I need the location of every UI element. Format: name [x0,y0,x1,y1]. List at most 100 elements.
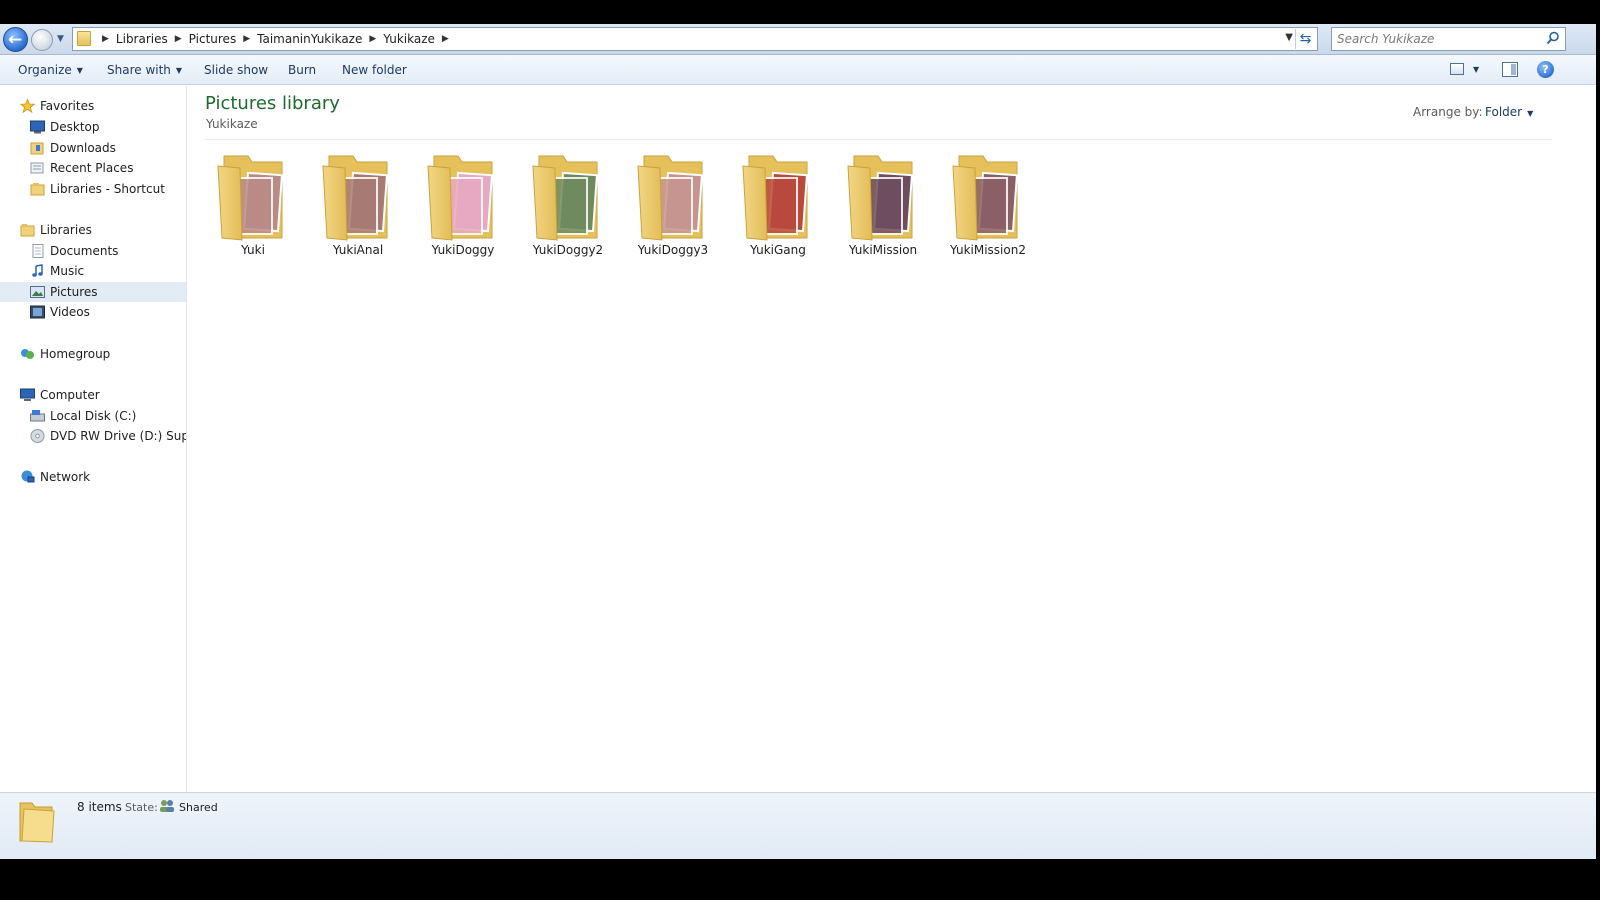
folder-item[interactable]: YukiDoggy2 [518,148,618,260]
crumb-libraries[interactable]: Libraries [116,32,168,46]
slide-show-button[interactable]: Slide show [204,55,268,85]
view-options-dropdown[interactable]: ▼ [1473,55,1479,85]
hard-disk-icon [30,410,45,422]
nav-favorites[interactable]: Favorites [0,96,186,116]
crumb-pictures[interactable]: Pictures [189,32,237,46]
nav-downloads-label: Downloads [50,141,116,155]
network-icon [21,470,35,483]
nav-computer[interactable]: Computer [0,385,186,405]
picture-folder-icon [532,155,598,241]
nav-desktop[interactable]: Desktop [0,117,186,137]
nav-libraries-shortcut-label: Libraries - Shortcut [50,182,165,196]
nav-music-label: Music [50,264,85,278]
folder-icon [77,31,91,46]
arrange-by-label: Arrange by: [1413,105,1483,119]
nav-recent-places[interactable]: Recent Places [0,158,186,178]
folder-item[interactable]: YukiMission [833,148,933,260]
downloads-folder-icon [30,142,44,155]
folder-name: YukiDoggy2 [532,243,604,257]
nav-videos[interactable]: Videos [0,302,186,322]
nav-pictures-label: Pictures [50,285,98,299]
folder-name: YukiDoggy3 [637,243,709,257]
chevron-right-icon[interactable]: ▶ [175,34,182,44]
folder-item[interactable]: YukiDoggy3 [623,148,723,260]
address-bar[interactable]: ▶ Libraries ▶ Pictures ▶ TaimaninYukikaz… [72,27,1318,51]
new-folder-button[interactable]: New folder [342,55,407,85]
nav-local-disk[interactable]: Local Disk (C:) [0,406,186,426]
picture-folder-icon [952,155,1018,241]
chevron-down-icon: ▼ [1527,109,1534,118]
folder-icon [19,802,55,843]
picture-folder-icon [217,155,283,241]
folder-item[interactable]: YukiAnal [308,148,408,260]
content-pane: Pictures library Yukikaze Arrange by: Fo… [188,86,1596,792]
chevron-right-icon[interactable]: ▶ [102,34,109,44]
nav-documents-label: Documents [50,244,119,258]
search-box[interactable] [1331,27,1566,51]
crumb-yukikaze[interactable]: Yukikaze [383,32,435,46]
item-count: 8 items [77,800,122,814]
chevron-down-icon: ▼ [76,66,83,75]
picture-folder-icon [847,155,913,241]
chevron-right-icon[interactable]: ▶ [369,34,376,44]
star-icon [20,99,35,113]
arrange-by-dropdown[interactable]: Folder ▼ [1485,105,1533,119]
change-view-icon[interactable] [1450,63,1464,75]
address-history-dropdown[interactable]: ▼ [1285,32,1293,43]
nav-dvd-drive-label: DVD RW Drive (D:) SuperM [50,429,186,443]
nav-music[interactable]: Music [0,261,186,281]
folder-name: YukiMission2 [950,243,1026,257]
crumb-taimaninyukikaze[interactable]: TaimaninYukikaze [257,32,362,46]
nav-dvd-drive[interactable]: DVD RW Drive (D:) SuperM [0,426,186,446]
nav-local-disk-label: Local Disk (C:) [50,409,137,423]
nav-downloads[interactable]: Downloads [0,138,186,158]
nav-computer-label: Computer [40,388,100,402]
homegroup-icon [21,349,34,359]
share-with-button[interactable]: Share with ▼ [107,55,182,85]
chevron-right-icon[interactable]: ▶ [442,34,449,44]
recent-pages-dropdown[interactable]: ▼ [57,34,67,44]
nav-pictures[interactable]: Pictures [0,282,186,302]
forward-arrow-icon: → [36,32,48,48]
nav-network-label: Network [40,470,91,484]
refresh-icon: ⇆ [1299,31,1312,47]
nav-libraries-label: Libraries [40,223,92,237]
refresh-button[interactable]: ⇆ [1295,29,1315,49]
computer-icon [20,388,35,401]
back-arrow-icon: ← [8,30,23,50]
navigation-pane: Favorites Desktop Downloads Recent Place… [0,86,187,792]
folder-name: YukiAnal [332,243,384,257]
nav-network[interactable]: Network [0,467,186,487]
recent-places-icon [30,162,44,174]
nav-homegroup-label: Homegroup [40,347,111,361]
search-input[interactable] [1337,30,1537,48]
nav-libraries[interactable]: Libraries [0,220,186,240]
header-divider [204,139,1552,140]
picture-folder-icon [322,155,388,241]
folder-name: YukiMission [848,243,918,257]
picture-folder-icon [637,155,703,241]
help-icon[interactable]: ? [1537,61,1554,78]
library-subtitle: Yukikaze [206,117,258,131]
documents-icon [32,244,44,258]
folder-item[interactable]: YukiGang [728,148,828,260]
burn-button[interactable]: Burn [288,55,316,85]
state-value: Shared [179,801,218,814]
nav-documents[interactable]: Documents [0,241,186,261]
folder-item[interactable]: YukiDoggy [413,148,513,260]
chevron-right-icon[interactable]: ▶ [243,34,250,44]
nav-homegroup[interactable]: Homegroup [0,344,186,364]
folder-item[interactable]: YukiMission2 [938,148,1038,260]
nav-videos-label: Videos [50,305,90,319]
back-button[interactable]: ← [3,27,28,52]
picture-folder-icon [427,155,493,241]
nav-favorites-label: Favorites [40,99,95,113]
forward-button[interactable]: → [31,29,53,51]
folder-item[interactable]: Yuki [203,148,303,260]
search-icon[interactable] [1546,31,1560,45]
preview-pane-icon[interactable] [1502,62,1518,77]
chevron-down-icon: ▼ [175,66,183,75]
libraries-icon [20,224,35,237]
organize-button[interactable]: Organize ▼ [18,55,83,85]
nav-libraries-shortcut[interactable]: Libraries - Shortcut [0,179,186,199]
